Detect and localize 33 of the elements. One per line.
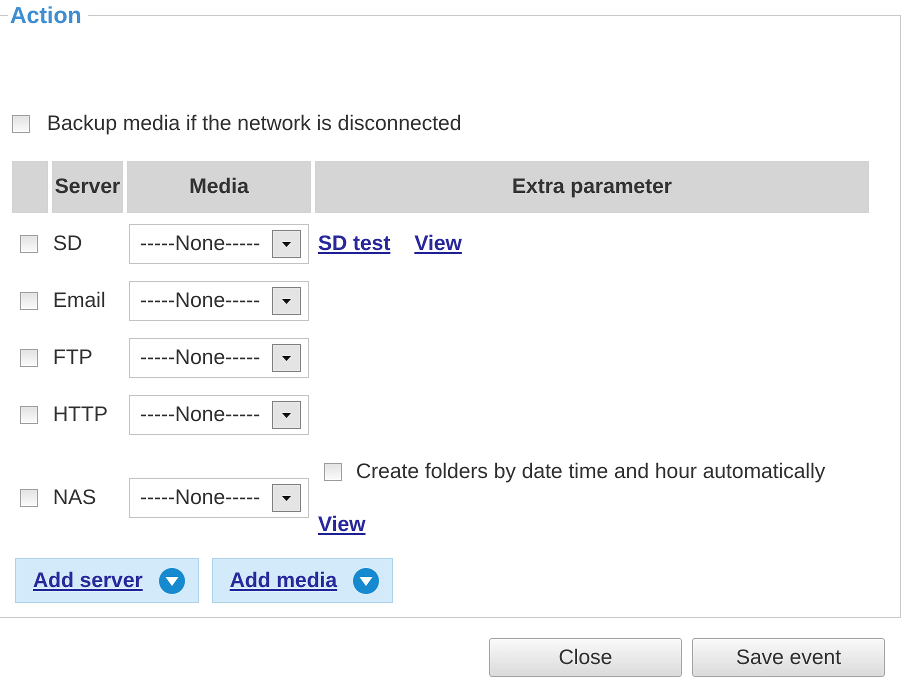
add-button[interactable]: Add server: [15, 558, 199, 603]
checkbox[interactable]: [20, 406, 38, 424]
checkbox[interactable]: [20, 234, 38, 252]
checkbox[interactable]: [20, 348, 38, 366]
checkbox[interactable]: [324, 462, 342, 480]
checkbox-label: Create folders by date time and hour automatically: [356, 460, 826, 483]
checkbox[interactable]: [20, 489, 38, 507]
column-header: Server: [52, 161, 123, 213]
checkbox[interactable]: [20, 292, 38, 310]
link[interactable]: View: [414, 232, 462, 255]
server-name: HTTP: [52, 402, 109, 428]
down-circle-icon: [158, 568, 185, 594]
checkbox[interactable]: [12, 115, 30, 133]
link[interactable]: View: [318, 513, 366, 536]
column-header: Extra parameter: [315, 161, 869, 213]
footer-button[interactable]: Save event: [692, 638, 885, 677]
down-circle-icon: [353, 568, 380, 594]
server-name: NAS: [52, 485, 98, 511]
add-button[interactable]: Add media: [212, 558, 394, 603]
blank-column-header: [12, 161, 48, 213]
checkbox-label: Backup media if the network is disconnected: [47, 112, 462, 136]
footer-button[interactable]: Close: [489, 638, 682, 677]
media-dropdown[interactable]: -----None-----: [129, 478, 309, 518]
media-dropdown[interactable]: -----None-----: [129, 224, 309, 264]
column-header: Media: [127, 161, 311, 213]
section-title: Action: [9, 4, 83, 26]
media-dropdown[interactable]: -----None-----: [129, 338, 309, 378]
media-dropdown[interactable]: -----None-----: [129, 280, 309, 320]
server-name: FTP: [52, 344, 94, 370]
link[interactable]: SD test: [318, 232, 390, 255]
server-name: SD: [52, 230, 84, 256]
media-dropdown[interactable]: -----None-----: [129, 394, 309, 434]
server-name: Email: [52, 288, 107, 314]
